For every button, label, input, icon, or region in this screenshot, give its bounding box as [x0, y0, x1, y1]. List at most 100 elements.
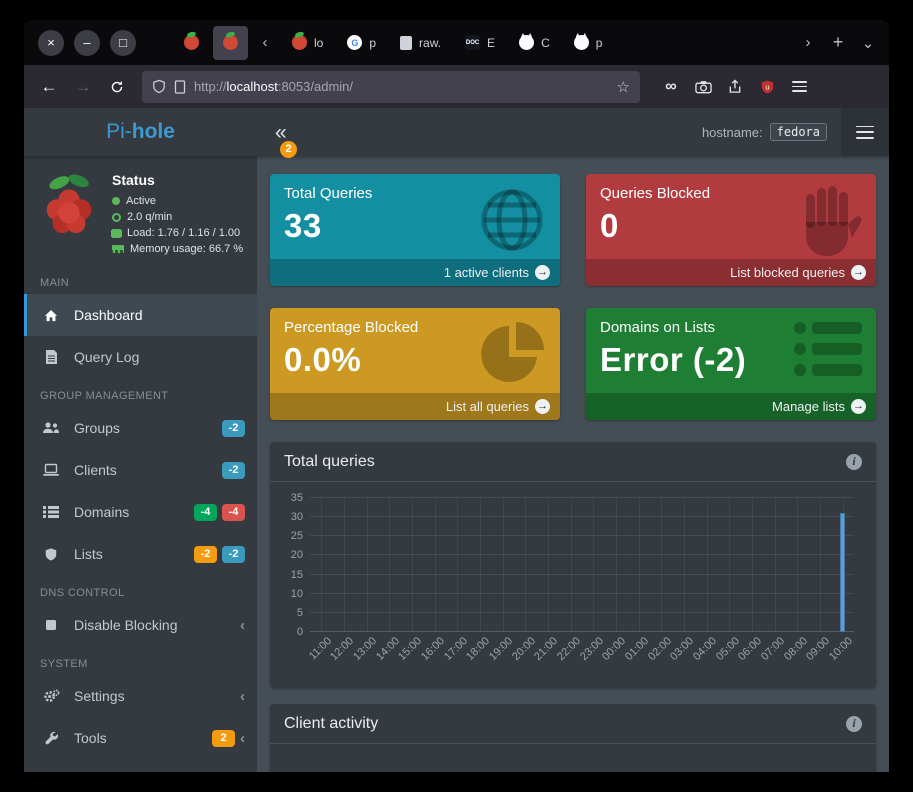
browser-tab[interactable] [213, 26, 248, 60]
total-queries-card: Total Queries 33 1 active clients → [270, 174, 560, 286]
card-link[interactable]: List blocked queries → [586, 259, 876, 286]
card-link-label: List blocked queries [730, 265, 845, 280]
lists-count-badge: -2 [222, 546, 245, 563]
containers-infinity-icon[interactable]: ∞ [660, 76, 682, 98]
reload-button[interactable] [102, 72, 132, 102]
x-axis-tick-label: 17:00 [442, 635, 470, 663]
gridline [310, 535, 854, 536]
card-link[interactable]: 1 active clients → [270, 259, 560, 286]
hostname-display: hostname: fedora [702, 123, 841, 141]
browser-window: × – □ ‹ loGpraw.DOCECp › + ⌄ ← → [24, 20, 889, 772]
browser-tab[interactable]: C [509, 26, 560, 60]
sidebar-section-system: SYSTEM [24, 646, 257, 675]
card-link[interactable]: List all queries → [270, 393, 560, 420]
scroll-tabs-left-icon[interactable]: ‹ [252, 28, 278, 58]
arrow-circle-right-icon: → [851, 399, 866, 414]
x-axis-tick-label: 11:00 [306, 635, 333, 662]
sidebar-collapse-button[interactable]: « 2 [275, 122, 301, 143]
window-minimize-button[interactable]: – [74, 30, 100, 56]
browser-tab[interactable]: Gp [337, 26, 386, 60]
sidebar-item-tools[interactable]: Tools 2 ‹ [24, 717, 257, 759]
url-bar[interactable]: http://localhost:8053/admin/ ☆ [142, 71, 640, 103]
sidebar-item-clients[interactable]: Clients -2 [24, 449, 257, 491]
sidebar-item-label: Dashboard [74, 307, 143, 323]
gridline [593, 498, 594, 632]
window-close-button[interactable]: × [38, 30, 64, 56]
pihole-admin-app: Pi-hole « 2 hostname: fedora [24, 108, 889, 772]
y-axis-tick-label: 30 [291, 511, 303, 523]
x-axis-tick-label: 22:00 [555, 635, 583, 663]
status-title: Status [112, 172, 243, 188]
url-host: localhost [227, 79, 278, 94]
memory-label: Memory usage: 66.7 % [130, 241, 243, 257]
window-maximize-button[interactable]: □ [110, 30, 136, 56]
browser-tab[interactable]: lo [282, 26, 333, 60]
info-icon[interactable]: i [846, 454, 862, 470]
sidebar-item-lists[interactable]: Lists -2 -2 [24, 533, 257, 575]
home-icon [40, 308, 62, 323]
info-icon[interactable]: i [846, 716, 862, 732]
sidebar-item-settings[interactable]: Settings ‹ [24, 675, 257, 717]
browser-tab[interactable] [174, 26, 209, 60]
hostname-value: fedora [770, 123, 827, 141]
gridline [525, 498, 526, 632]
memory-icon [112, 245, 124, 253]
forward-button[interactable]: → [68, 72, 98, 102]
bookmark-star-icon[interactable]: ☆ [617, 78, 630, 96]
darkbox-favicon-icon: DOC [465, 35, 480, 50]
gridline [707, 498, 708, 632]
share-icon[interactable] [724, 76, 746, 98]
cpu-load-label: Load: 1.76 / 1.16 / 1.00 [127, 225, 240, 241]
x-axis-tick-label: 20:00 [510, 635, 538, 663]
gridline [775, 498, 776, 632]
card-link-label: List all queries [446, 399, 529, 414]
browser-menu-hamburger-icon[interactable] [788, 76, 810, 98]
back-button[interactable]: ← [34, 72, 64, 102]
sidebar-item-disable-blocking[interactable]: Disable Blocking ‹ [24, 604, 257, 646]
app-menu-button[interactable] [841, 108, 889, 156]
window-controls: × – □ [38, 30, 136, 56]
panel-title: Total queries [284, 453, 375, 471]
chevron-left-icon: ‹ [240, 688, 245, 705]
x-axis-tick-label: 19:00 [487, 635, 515, 663]
ublock-origin-icon[interactable]: u [756, 76, 778, 98]
shield-icon [40, 547, 62, 562]
toolbar-extensions: ∞ u [660, 76, 810, 98]
url-text[interactable]: http://localhost:8053/admin/ [194, 79, 353, 94]
list-all-tabs-icon[interactable]: ⌄ [855, 28, 881, 58]
sidebar-item-dashboard[interactable]: Dashboard [24, 294, 257, 336]
tracking-protection-shield-icon[interactable] [152, 79, 166, 94]
url-path: :8053/admin/ [278, 79, 353, 94]
sidebar-item-query-log[interactable]: Query Log [24, 336, 257, 378]
card-link[interactable]: Manage lists → [586, 393, 876, 420]
y-axis-tick-label: 15 [291, 569, 303, 581]
sidebar-item-groups[interactable]: Groups -2 [24, 407, 257, 449]
screenshot-camera-icon[interactable] [692, 76, 714, 98]
desktop-background: × – □ ‹ loGpraw.DOCECp › + ⌄ ← → [0, 0, 913, 792]
x-axis-tick-label: 07:00 [759, 635, 787, 663]
sidebar-item-label: Lists [74, 546, 103, 562]
list-icon [40, 505, 62, 519]
sidebar-item-domains[interactable]: Domains -4 -4 [24, 491, 257, 533]
gridline [684, 498, 685, 632]
gridline [435, 498, 436, 632]
scroll-tabs-right-icon[interactable]: › [795, 28, 821, 58]
app-header: Pi-hole « 2 hostname: fedora [24, 108, 889, 156]
x-axis-tick-label: 12:00 [329, 635, 357, 663]
globe-icon [476, 184, 548, 261]
new-tab-button[interactable]: + [825, 28, 851, 58]
pihole-brand[interactable]: Pi-hole [24, 108, 257, 156]
wrench-icon [40, 731, 62, 746]
pinned-tabs [174, 26, 248, 60]
sidebar-section-group-management: GROUP MANAGEMENT [24, 378, 257, 407]
x-axis-tick-label: 16:00 [419, 635, 447, 663]
sidebar-item-label: Clients [74, 462, 117, 478]
page-info-icon[interactable] [174, 80, 186, 94]
browser-tab[interactable]: raw. [390, 26, 451, 60]
gridline [820, 498, 821, 632]
stop-icon [40, 619, 62, 631]
browser-tab[interactable]: DOCE [455, 26, 505, 60]
browser-tab[interactable]: p [564, 26, 613, 60]
gridline [752, 498, 753, 632]
total-queries-chart: 0510152025303511:0012:0013:0014:0015:001… [278, 490, 862, 686]
